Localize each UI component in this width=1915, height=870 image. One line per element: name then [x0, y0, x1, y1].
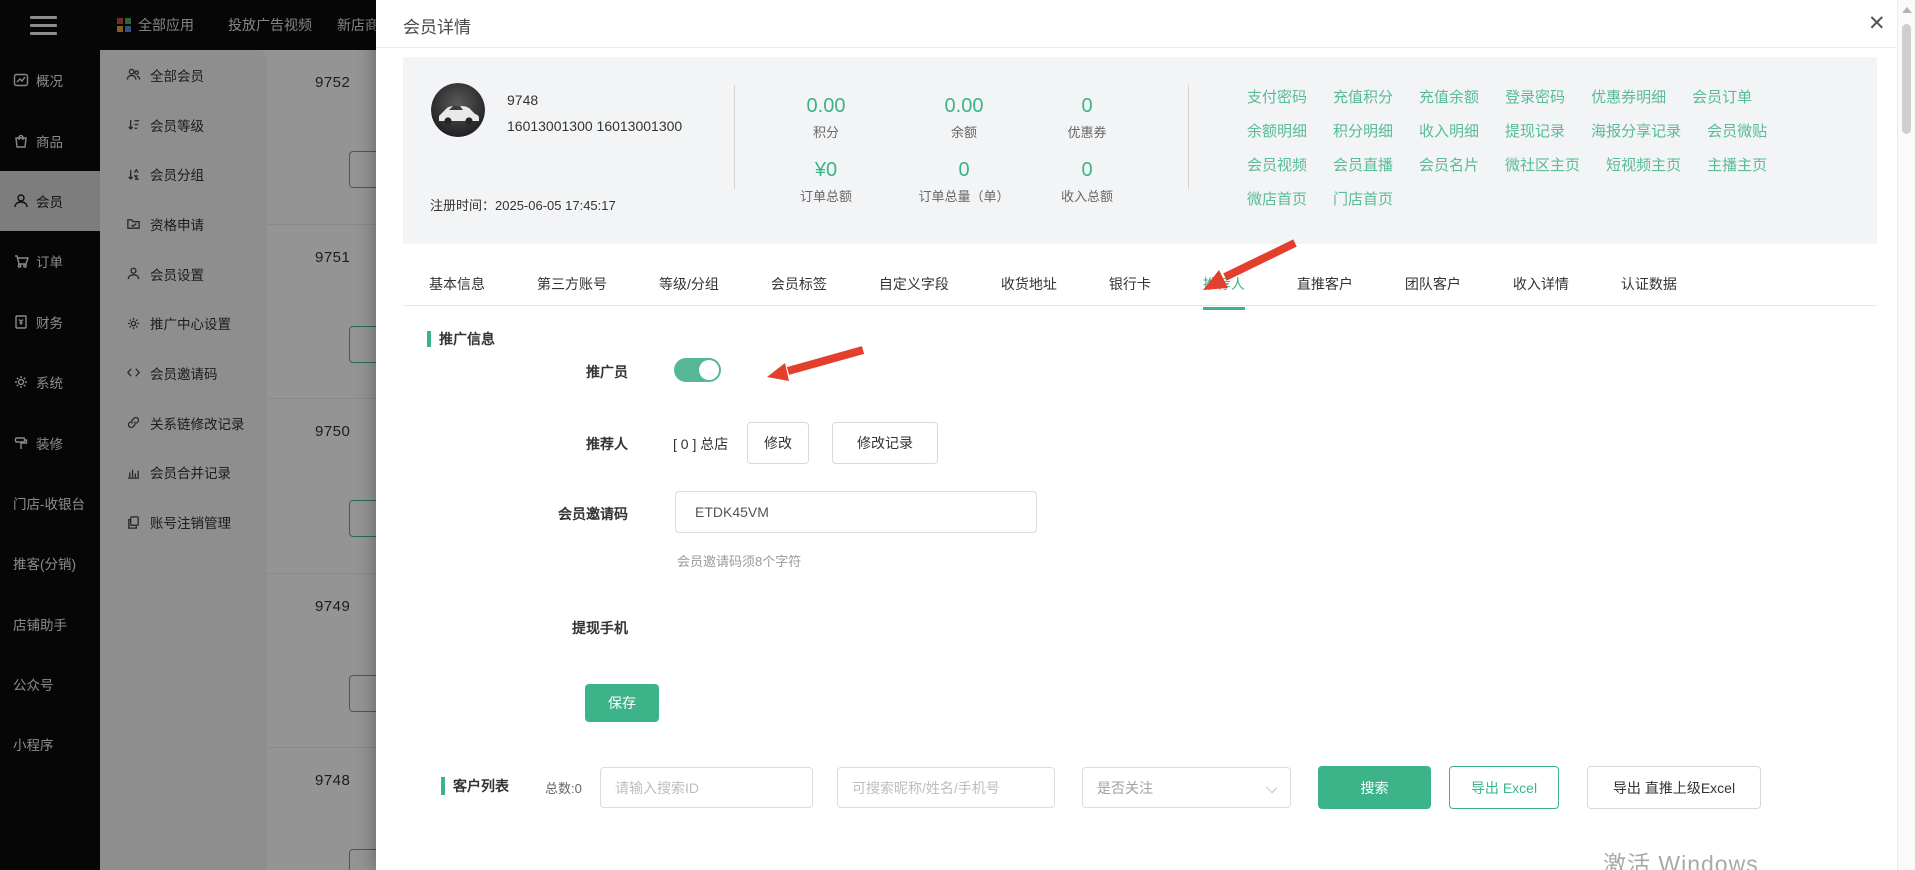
customers-section-header: 客户列表 [441, 776, 509, 796]
stat-order-count: 0 订单总量（单） [918, 159, 1010, 204]
scrollbar[interactable] [1897, 0, 1915, 870]
section-bar [441, 777, 445, 795]
tab-third-party[interactable]: 第三方账号 [537, 274, 607, 310]
tab-custom-fields[interactable]: 自定义字段 [879, 274, 949, 310]
quick-link[interactable]: 提现记录 [1505, 115, 1565, 149]
tab-basic-info[interactable]: 基本信息 [429, 274, 485, 310]
invite-code-input[interactable] [675, 491, 1037, 533]
follow-select-value: 是否关注 [1097, 779, 1153, 796]
windows-activation-watermark: 激活 Windows [1603, 851, 1759, 870]
export-excel-button[interactable]: 导出 Excel [1449, 766, 1559, 809]
promo-section-header: 推广信息 [427, 329, 495, 349]
promoter-label: 推广员 [586, 364, 628, 380]
tab-direct-customers[interactable]: 直推客户 [1297, 274, 1353, 310]
close-icon[interactable]: ✕ [1868, 10, 1886, 38]
quick-link[interactable]: 会员微贴 [1707, 115, 1767, 149]
quick-link[interactable]: 会员直播 [1333, 149, 1393, 183]
scroll-up-icon[interactable] [1902, 7, 1912, 13]
toggle-knob [699, 360, 719, 380]
quick-link[interactable]: 会员订单 [1692, 81, 1752, 115]
modal-title: 会员详情 [403, 18, 471, 37]
stat-order-amount: ¥0 订单总额 [799, 159, 852, 204]
avatar [431, 83, 485, 137]
quick-link[interactable]: 优惠券明细 [1591, 81, 1666, 115]
section-title: 推广信息 [439, 331, 495, 347]
search-id-input[interactable] [600, 767, 813, 808]
modify-button[interactable]: 修改 [747, 422, 809, 464]
modal-header: 会员详情 ✕ [376, 0, 1915, 48]
tab-shipping-address[interactable]: 收货地址 [1001, 274, 1057, 310]
section-bar [427, 331, 431, 347]
member-phone: 16013001300 16013001300 [507, 118, 683, 134]
quick-link[interactable]: 会员名片 [1419, 149, 1479, 183]
follow-select[interactable]: 是否关注 [1082, 767, 1291, 808]
invite-code-hint: 会员邀请码须8个字符 [677, 554, 802, 569]
referrer-label: 推荐人 [586, 436, 628, 452]
quick-link[interactable]: 会员视频 [1247, 149, 1307, 183]
quick-link[interactable]: 门店首页 [1333, 183, 1393, 217]
quick-link[interactable]: 收入明细 [1419, 115, 1479, 149]
save-button[interactable]: 保存 [585, 684, 659, 722]
customers-total: 总数:0 [545, 781, 582, 796]
car-avatar-icon [431, 83, 485, 137]
tab-auth-data[interactable]: 认证数据 [1621, 274, 1677, 310]
tabs: 基本信息 第三方账号 等级/分组 会员标签 自定义字段 收货地址 银行卡 推荐人… [429, 274, 1677, 310]
quick-link[interactable]: 余额明细 [1247, 115, 1307, 149]
invite-code-label: 会员邀请码 [558, 506, 628, 522]
promoter-toggle[interactable] [674, 358, 721, 382]
stat-balance: 0.00 余额 [944, 95, 984, 140]
quick-link[interactable]: 登录密码 [1505, 81, 1565, 115]
chevron-down-icon [1265, 781, 1278, 794]
register-time-label: 注册时间： [430, 198, 496, 213]
register-time-value: 2025-06-05 17:45:17 [495, 198, 616, 213]
stat-points: 0.00 积分 [806, 95, 846, 140]
search-name-input[interactable] [837, 767, 1055, 808]
search-button[interactable]: 搜索 [1318, 766, 1431, 809]
quick-link[interactable]: 海报分享记录 [1591, 115, 1681, 149]
member-summary-card: 9748 16013001300 16013001300 注册时间：2025-0… [403, 57, 1877, 244]
section-title: 客户列表 [453, 778, 509, 794]
scrollbar-thumb[interactable] [1902, 24, 1911, 134]
stat-income: 0 收入总额 [1060, 159, 1113, 204]
tab-team-customers[interactable]: 团队客户 [1405, 274, 1461, 310]
quick-link[interactable]: 支付密码 [1247, 81, 1307, 115]
modify-log-button[interactable]: 修改记录 [832, 422, 938, 464]
tab-member-tags[interactable]: 会员标签 [771, 274, 827, 310]
quick-link[interactable]: 充值积分 [1333, 81, 1393, 115]
tab-referrer[interactable]: 推荐人 [1202, 274, 1245, 310]
withdraw-phone-label: 提现手机 [572, 620, 628, 636]
member-detail-modal: 会员详情 ✕ 9748 16013001300 16013001300 注册时间… [376, 0, 1915, 870]
quick-links: 支付密码 充值积分 充值余额 登录密码 优惠券明细 会员订单 余额明细 积分明细… [1247, 81, 1767, 217]
divider [1188, 85, 1189, 189]
arrow-to-promoter-toggle [767, 346, 865, 381]
member-id: 9748 [507, 92, 539, 108]
quick-link[interactable]: 微店首页 [1247, 183, 1307, 217]
stat-coupons: 0 优惠券 [1067, 95, 1107, 140]
export-parent-excel-button[interactable]: 导出 直推上级Excel [1587, 766, 1761, 809]
referrer-value: [ 0 ] 总店 [673, 436, 729, 452]
tab-bank-card[interactable]: 银行卡 [1109, 274, 1151, 310]
tab-level-group[interactable]: 等级/分组 [659, 274, 719, 310]
app-root: 全部应用 投放广告视频 新店商 概况 商品 会员 订单 财务 系统 装修 门店-… [0, 0, 1915, 870]
quick-link[interactable]: 主播主页 [1707, 149, 1767, 183]
register-time: 注册时间：2025-06-05 17:45:17 [430, 195, 616, 214]
quick-link[interactable]: 积分明细 [1333, 115, 1393, 149]
quick-link[interactable]: 微社区主页 [1505, 149, 1580, 183]
quick-link[interactable]: 充值余额 [1419, 81, 1479, 115]
tab-income-detail[interactable]: 收入详情 [1513, 274, 1569, 310]
quick-link[interactable]: 短视频主页 [1606, 149, 1681, 183]
divider [734, 85, 735, 189]
